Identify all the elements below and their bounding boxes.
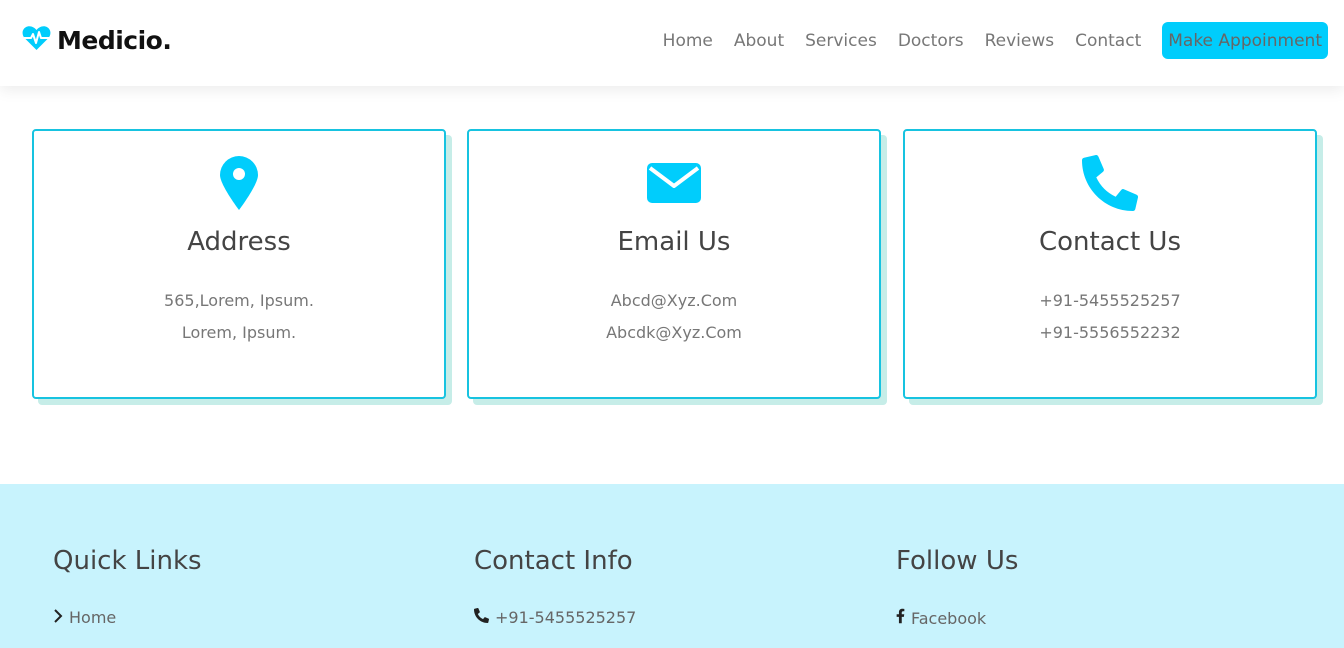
map-marker-icon	[218, 155, 260, 215]
footer-link-home[interactable]: Home	[53, 608, 116, 627]
nav-link-home[interactable]: Home	[663, 31, 713, 51]
chevron-right-icon	[53, 608, 63, 627]
card-line: Abcd@Xyz.Com	[610, 291, 738, 310]
footer-phone-link[interactable]: +91-5455525257	[474, 608, 636, 627]
card-line: +91-5455525257	[1039, 291, 1181, 310]
card-line: Lorem, Ipsum.	[181, 323, 297, 342]
email-card: Email Us Abcd@Xyz.Com Abcdk@Xyz.Com	[467, 129, 881, 399]
main-nav: Home About Services Doctors Reviews Cont…	[663, 22, 1328, 59]
footer-contact-info: Contact Info +91-5455525257	[474, 546, 636, 627]
brand-name: Medicio.	[57, 25, 172, 55]
address-card: Address 565,Lorem, Ipsum. Lorem, Ipsum.	[32, 129, 446, 399]
footer-facebook-link[interactable]: Facebook	[896, 608, 986, 628]
site-footer: Quick Links Home Contact Info +91-545552…	[0, 484, 1344, 648]
footer-heading: Follow Us	[896, 546, 1019, 576]
card-line: +91-5556552232	[1039, 323, 1181, 342]
phone-icon	[474, 608, 489, 627]
facebook-icon	[896, 608, 905, 628]
nav-link-reviews[interactable]: Reviews	[985, 31, 1055, 51]
footer-heading: Contact Info	[474, 546, 633, 576]
nav-link-contact[interactable]: Contact	[1075, 31, 1141, 51]
nav-link-doctors[interactable]: Doctors	[898, 31, 964, 51]
footer-follow-us: Follow Us Facebook	[896, 546, 1019, 628]
card-line: Abcdk@Xyz.Com	[606, 323, 742, 342]
make-appointment-button[interactable]: Make Appoinment	[1162, 22, 1328, 59]
card-line: 565,Lorem, Ipsum.	[164, 291, 314, 310]
nav-link-services[interactable]: Services	[805, 31, 877, 51]
contact-card: Contact Us +91-5455525257 +91-5556552232	[903, 129, 1317, 399]
site-header: Medicio. Home About Services Doctors Rev…	[0, 0, 1344, 86]
phone-icon	[1082, 155, 1138, 215]
heart-pulse-icon	[22, 25, 51, 55]
envelope-icon	[646, 162, 702, 208]
card-title: Address	[187, 227, 291, 257]
card-title: Email Us	[617, 227, 731, 257]
footer-quick-links: Quick Links Home	[53, 546, 202, 627]
footer-heading: Quick Links	[53, 546, 202, 576]
brand-logo[interactable]: Medicio.	[22, 25, 172, 55]
nav-link-about[interactable]: About	[734, 31, 784, 51]
card-title: Contact Us	[1039, 227, 1181, 257]
